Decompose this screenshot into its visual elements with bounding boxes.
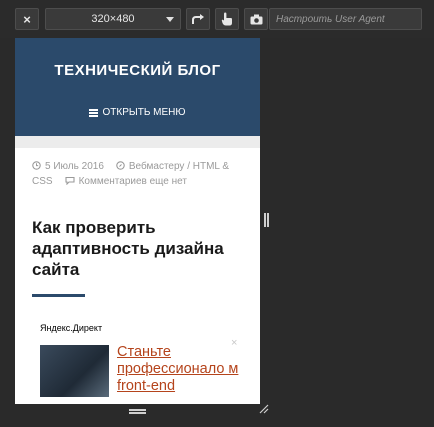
clock-icon [32,161,41,170]
post-date: 5 Июль 2016 [45,161,104,172]
device-size-select[interactable]: 320×480 [45,8,181,30]
user-agent-input[interactable] [269,8,422,30]
device-size-value: 320×480 [91,13,135,25]
device-viewport[interactable]: ТЕХНИЧЕСКИЙ БЛОГ ОТКРЫТЬ МЕНЮ 5 Июль 201… [15,38,260,404]
rotate-icon [191,13,204,24]
touch-hand-icon [221,12,232,26]
close-responsive-mode-button[interactable]: × [15,8,39,30]
open-menu-button[interactable]: ОТКРЫТЬ МЕНЮ [15,107,260,118]
screenshot-button[interactable] [244,8,268,30]
resize-handle-right[interactable] [264,213,269,227]
post-meta: 5 Июль 2016 Вебмастеру / HTML & CSS Комм… [32,159,244,189]
open-menu-label: ОТКРЫТЬ МЕНЮ [102,107,186,118]
ad-label[interactable]: Яндекс.Директ [40,323,102,333]
post-title: Как проверить адаптивность дизайна сайта [32,218,224,279]
resize-corner-icon[interactable] [259,404,269,414]
site-header: ТЕХНИЧЕСКИЙ БЛОГ ОТКРЫТЬ МЕНЮ [15,38,260,136]
header-separator [15,136,260,148]
camera-icon [250,14,262,24]
post-comments[interactable]: Комментариев еще нет [79,176,187,187]
touch-simulation-button[interactable] [215,8,239,30]
site-title[interactable]: ТЕХНИЧЕСКИЙ БЛОГ [15,62,260,79]
comment-icon [65,176,75,185]
ad-link[interactable]: Станьте профессионало м front-end [117,344,257,395]
resize-handle-bottom[interactable] [129,409,146,414]
title-underline [32,294,85,297]
compass-icon [116,161,125,170]
rotate-button[interactable] [186,8,210,30]
hamburger-icon [89,109,99,117]
chevron-down-icon [166,17,174,22]
close-icon: × [23,11,31,27]
responsive-toolbar: × 320×480 [0,0,434,38]
ad-thumbnail[interactable] [40,345,109,397]
